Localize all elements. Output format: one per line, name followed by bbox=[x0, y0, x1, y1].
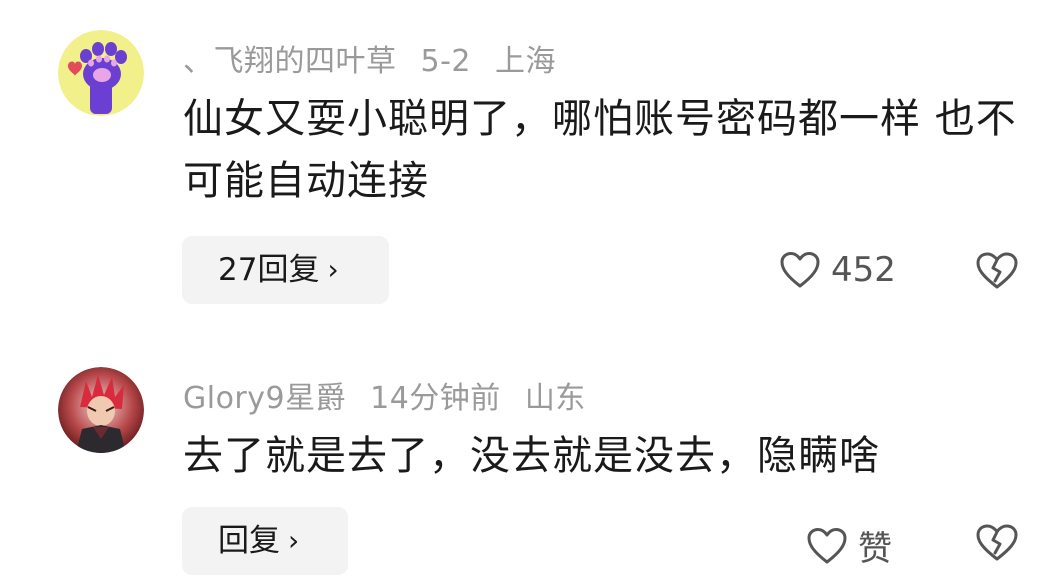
avatar[interactable] bbox=[58, 30, 144, 116]
comment-meta: Glory9星爵 14分钟前 山东 bbox=[183, 373, 610, 417]
like-button[interactable]: 赞 bbox=[806, 521, 892, 570]
reply-button[interactable]: 回复 › bbox=[182, 507, 348, 575]
chevron-right-icon: › bbox=[327, 253, 339, 286]
chevron-right-icon: › bbox=[288, 524, 300, 557]
username[interactable]: 、飞翔的四叶草 bbox=[183, 44, 397, 79]
username[interactable]: Glory9星爵 bbox=[183, 381, 346, 416]
reply-label: 回复 bbox=[218, 523, 280, 559]
avatar[interactable] bbox=[58, 367, 144, 453]
paw-icon bbox=[58, 30, 144, 116]
comment-item: 、飞翔的四叶草 5-2 上海 仙女又耍小聪明了，哪怕账号密码都一样 也不可能自动连接… bbox=[0, 0, 1063, 320]
like-count: 452 bbox=[831, 250, 896, 290]
comment-text: 去了就是去了，没去就是没去，隐瞒啥 bbox=[183, 433, 880, 479]
dislike-button[interactable] bbox=[975, 251, 1019, 295]
heart-outline-icon bbox=[807, 527, 847, 563]
comment-date: 5-2 bbox=[420, 44, 471, 79]
comment-item: Glory9星爵 14分钟前 山东 去了就是去了，没去就是没去，隐瞒啥 回复 › 赞 bbox=[0, 345, 1063, 581]
comment-meta: 、飞翔的四叶草 5-2 上海 bbox=[183, 36, 580, 80]
like-button[interactable]: 452 bbox=[779, 250, 896, 290]
comment-location: 上海 bbox=[495, 44, 556, 79]
comment-text: 仙女又耍小聪明了，哪怕账号密码都一样 也不可能自动连接 bbox=[183, 96, 1017, 204]
dislike-button[interactable] bbox=[975, 523, 1019, 567]
replies-button[interactable]: 27回复 › bbox=[182, 236, 389, 304]
broken-heart-icon bbox=[976, 524, 1018, 561]
character-avatar bbox=[58, 367, 144, 453]
heart-outline-icon bbox=[780, 252, 820, 288]
comment-location: 山东 bbox=[524, 381, 586, 416]
broken-heart-icon bbox=[976, 252, 1018, 289]
like-label: 赞 bbox=[858, 529, 892, 569]
replies-label: 27回复 bbox=[218, 252, 320, 288]
comment-date: 14分钟前 bbox=[370, 381, 501, 416]
